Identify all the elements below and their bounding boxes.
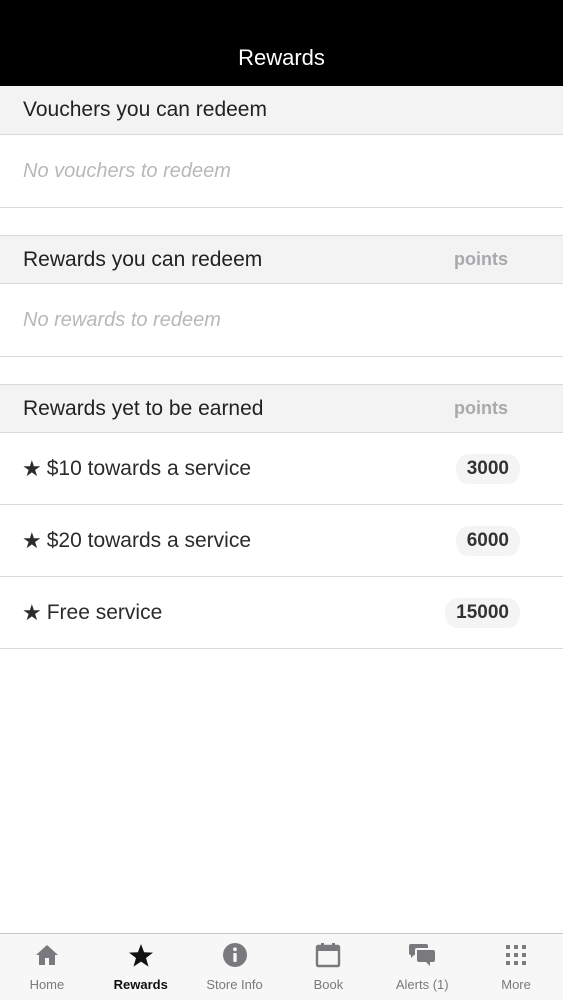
redeemable-section-title: Rewards you can redeem	[23, 247, 263, 271]
tab-label: Home	[29, 977, 65, 992]
star-icon: ★	[22, 599, 42, 625]
reward-points-badge: 6000	[455, 525, 520, 556]
redeemable-empty-row: No rewards to redeem	[0, 284, 563, 357]
redeemable-empty-text: No rewards to redeem	[23, 308, 221, 331]
unearned-section-header: Rewards yet to be earned points	[0, 384, 563, 433]
star-icon	[127, 941, 155, 969]
reward-row[interactable]: ★ $10 towards a service 3000	[0, 433, 563, 505]
vouchers-section-header: Vouchers you can redeem	[0, 86, 563, 135]
tab-alerts[interactable]: Alerts (1)	[375, 934, 469, 1000]
tab-home[interactable]: Home	[0, 934, 94, 1000]
reward-points-badge: 15000	[445, 597, 520, 628]
vouchers-empty-text: No vouchers to redeem	[23, 159, 231, 182]
reward-info: ★ Free service	[22, 601, 162, 625]
info-icon	[221, 941, 249, 969]
reward-label: $10 towards a service	[46, 456, 252, 480]
tab-store-info[interactable]: Store Info	[188, 934, 282, 1000]
unearned-section-title: Rewards yet to be earned	[23, 396, 264, 420]
reward-info: ★ $10 towards a service	[22, 457, 251, 481]
chat-bubbles-icon	[408, 941, 436, 969]
tab-label: Book	[313, 977, 344, 992]
star-icon: ★	[22, 527, 42, 553]
grid-dots-icon	[502, 941, 530, 969]
vouchers-empty-row: No vouchers to redeem	[0, 135, 563, 208]
vouchers-section-title: Vouchers you can redeem	[23, 98, 267, 121]
reward-label: $20 towards a service	[46, 528, 252, 552]
reward-row[interactable]: ★ $20 towards a service 6000	[0, 505, 563, 577]
reward-points-badge: 3000	[455, 453, 520, 484]
reward-row[interactable]: ★ Free service 15000	[0, 577, 563, 649]
tab-book[interactable]: Book	[281, 934, 375, 1000]
navigation-bar: Rewards	[0, 0, 563, 86]
reward-label: Free service	[46, 600, 163, 624]
redeemable-section-header: Rewards you can redeem points	[0, 235, 563, 284]
reward-info: ★ $20 towards a service	[22, 529, 251, 553]
tab-more[interactable]: More	[469, 934, 563, 1000]
unearned-points-label: points	[454, 398, 508, 418]
home-icon	[33, 941, 61, 969]
tab-rewards[interactable]: Rewards	[94, 934, 188, 1000]
rewards-content: Vouchers you can redeem No vouchers to r…	[0, 86, 563, 649]
calendar-icon	[314, 941, 342, 969]
tab-bar: Home Rewards Store Info Book Alerts (1) …	[0, 933, 563, 1000]
page-title: Rewards	[238, 45, 325, 70]
star-icon: ★	[22, 455, 42, 481]
redeemable-points-label: points	[454, 249, 508, 269]
tab-label: Store Info	[206, 977, 263, 992]
tab-label: Alerts (1)	[395, 977, 449, 992]
tab-label: Rewards	[113, 977, 168, 992]
tab-label: More	[501, 977, 531, 992]
